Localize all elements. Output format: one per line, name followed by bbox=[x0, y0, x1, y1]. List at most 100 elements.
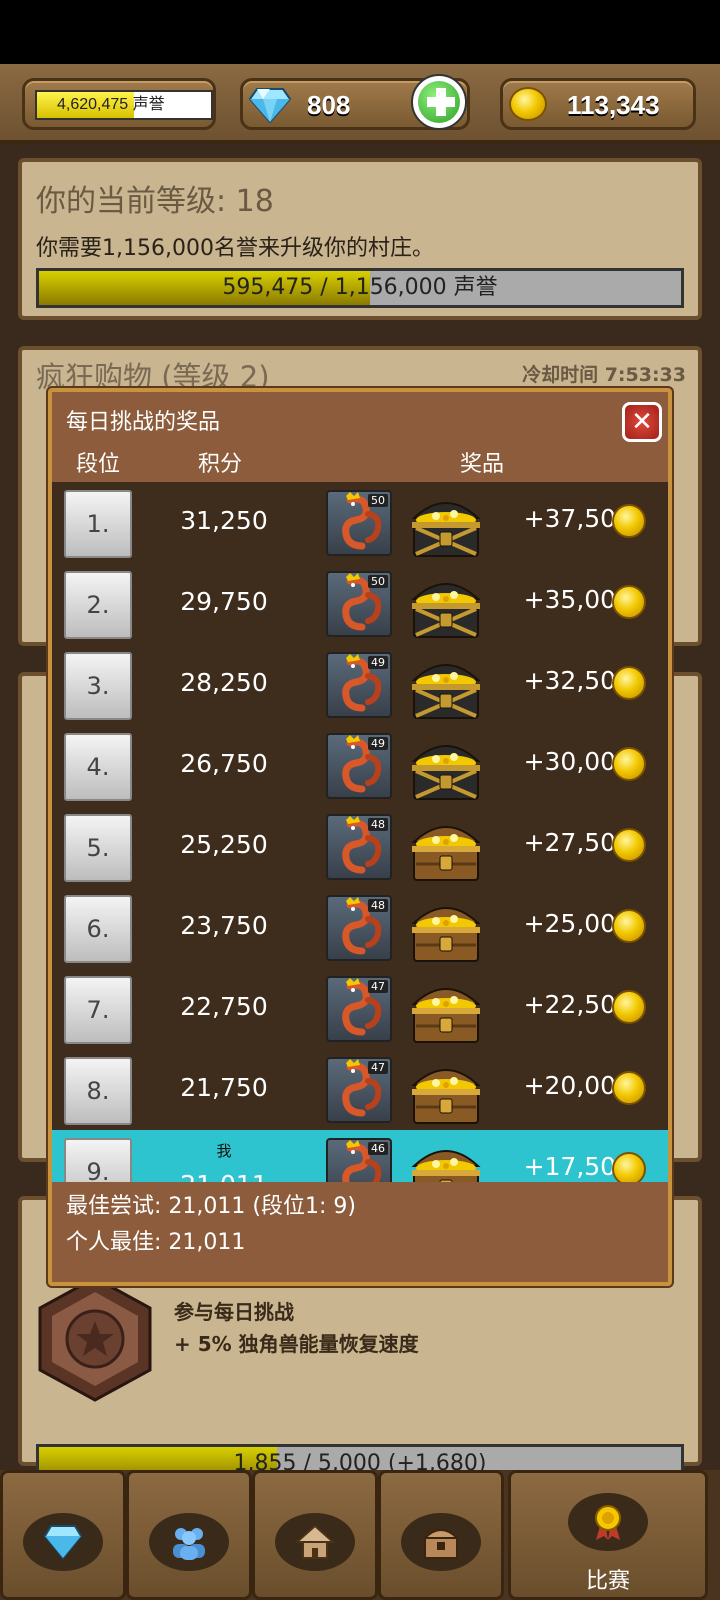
rank-badge: 1. bbox=[64, 490, 132, 558]
coin-icon bbox=[612, 909, 646, 943]
level-progress: 595,475 / 1,156,000 声誉 bbox=[36, 268, 684, 308]
modal-header: 每日挑战的奖品 ✕ 段位 积分 奖品 bbox=[52, 392, 668, 482]
rank-badge: 4. bbox=[64, 733, 132, 801]
bottom-line1: 参与每日挑战 bbox=[174, 1300, 294, 1324]
daily-challenge-prizes-modal: 每日挑战的奖品 ✕ 段位 积分 奖品 1. 31,250 50 +37,500 2. 29… bbox=[48, 388, 672, 1286]
me-label: 我 bbox=[216, 1142, 232, 1160]
prize-amount: +20,000 bbox=[523, 1071, 632, 1100]
nav-icon-bg bbox=[275, 1513, 355, 1571]
prize-amount: +30,000 bbox=[523, 747, 632, 776]
level-title: 你的当前等级: 18 bbox=[36, 184, 274, 219]
prize-row: 3. 28,250 49 +32,500 bbox=[52, 644, 668, 726]
nav-button-people[interactable] bbox=[126, 1470, 252, 1600]
score: 21,011 bbox=[164, 1170, 284, 1182]
coin-icon bbox=[612, 828, 646, 862]
level-panel: 你的当前等级: 18 你需要1,156,000名誉来升级你的村庄。 595,47… bbox=[18, 158, 702, 320]
score: 26,750 bbox=[180, 749, 268, 778]
close-button[interactable]: ✕ bbox=[622, 402, 662, 442]
rank-badge: 8. bbox=[64, 1057, 132, 1125]
prize-row: 4. 26,750 49 +30,000 bbox=[52, 725, 668, 807]
dragon-level: 47 bbox=[368, 1061, 388, 1074]
top-bar: 4,620,475 声誉 808 113,343 bbox=[0, 64, 720, 144]
gem-icon bbox=[249, 88, 291, 123]
level-progress-text: 595,475 / 1,156,000 声誉 bbox=[222, 275, 498, 300]
dragon-icon: 47 bbox=[326, 1057, 392, 1123]
dragon-level: 46 bbox=[368, 1142, 388, 1155]
close-icon: ✕ bbox=[631, 407, 653, 437]
prize-row: 7. 22,750 47 +22,500 bbox=[52, 968, 668, 1050]
nav-button-chest[interactable] bbox=[378, 1470, 504, 1600]
col-score: 积分 bbox=[198, 452, 243, 477]
rank-badge: 2. bbox=[64, 571, 132, 639]
coin-icon bbox=[612, 1152, 646, 1182]
best-attempt: 最佳尝试: 21,011 (段位1: 9) bbox=[66, 1194, 356, 1219]
rank-badge: 5. bbox=[64, 814, 132, 882]
prize-amount: +25,000 bbox=[523, 909, 632, 938]
fame-meter: 4,620,475 声誉 bbox=[35, 90, 213, 120]
prize-list[interactable]: 1. 31,250 50 +37,500 2. 29,750 50 +35,000 3. 28,2… bbox=[52, 482, 668, 1182]
treasure-chest-icon bbox=[406, 650, 486, 722]
dragon-icon: 47 bbox=[326, 976, 392, 1042]
coin-icon bbox=[612, 747, 646, 781]
prize-row: 1. 31,250 50 +37,500 bbox=[52, 482, 668, 564]
level-desc: 你需要1,156,000名誉来升级你的村庄。 bbox=[36, 236, 434, 261]
prize-row: 5. 25,250 48 +27,500 bbox=[52, 806, 668, 888]
bottom-line2: + 5% 独角兽能量恢复速度 bbox=[174, 1332, 419, 1356]
treasure-chest-icon bbox=[406, 812, 486, 884]
rank-badge: 7. bbox=[64, 976, 132, 1044]
score: 23,750 bbox=[180, 911, 268, 940]
dragon-level: 47 bbox=[368, 980, 388, 993]
coin-icon bbox=[612, 666, 646, 700]
col-prize: 奖品 bbox=[460, 452, 505, 477]
gems-count: 808 bbox=[307, 90, 351, 120]
score: 25,250 bbox=[180, 830, 268, 859]
dragon-level: 49 bbox=[368, 656, 388, 669]
plus-icon[interactable] bbox=[411, 74, 467, 130]
col-rank: 段位 bbox=[76, 452, 121, 477]
rank-badge: 6. bbox=[64, 895, 132, 963]
personal-best: 个人最佳: 21,011 bbox=[66, 1230, 246, 1255]
coin-icon bbox=[509, 87, 547, 121]
prize-amount: +22,500 bbox=[523, 990, 632, 1019]
fame-pill[interactable]: 4,620,475 声誉 bbox=[22, 78, 216, 130]
score: 31,250 bbox=[180, 506, 268, 535]
nav-button-house[interactable] bbox=[252, 1470, 378, 1600]
treasure-chest-icon bbox=[406, 731, 486, 803]
dragon-level: 48 bbox=[368, 899, 388, 912]
coins-pill[interactable]: 113,343 bbox=[500, 78, 696, 130]
coin-icon bbox=[612, 504, 646, 538]
prize-row: 9. 我 21,011 46 +17,500 bbox=[52, 1130, 668, 1182]
treasure-chest-icon bbox=[406, 1136, 486, 1182]
coin-icon bbox=[612, 585, 646, 619]
modal-footer: 最佳尝试: 21,011 (段位1: 9) 个人最佳: 21,011 bbox=[52, 1182, 668, 1282]
prize-amount: +27,500 bbox=[523, 828, 632, 857]
nav-button-gem[interactable] bbox=[0, 1470, 126, 1600]
dragon-level: 50 bbox=[368, 494, 388, 507]
nav-button-medal[interactable]: 比赛 bbox=[508, 1470, 708, 1600]
prize-row: 8. 21,750 47 +20,000 bbox=[52, 1049, 668, 1131]
modal-title: 每日挑战的奖品 bbox=[66, 410, 221, 435]
fame-text: 4,620,475 声誉 bbox=[57, 96, 165, 113]
treasure-chest-icon bbox=[406, 974, 486, 1046]
score: 28,250 bbox=[180, 668, 268, 697]
prize-amount: +17,500 bbox=[523, 1152, 632, 1181]
coin-icon bbox=[612, 1071, 646, 1105]
dragon-level: 49 bbox=[368, 737, 388, 750]
dragon-level: 48 bbox=[368, 818, 388, 831]
dragon-icon: 49 bbox=[326, 733, 392, 799]
prize-row: 6. 23,750 48 +25,000 bbox=[52, 887, 668, 969]
treasure-chest-icon bbox=[406, 1055, 486, 1127]
nav-icon-bg bbox=[401, 1513, 481, 1571]
treasure-chest-icon bbox=[406, 488, 486, 560]
dragon-icon: 49 bbox=[326, 652, 392, 718]
bronze-medal-icon bbox=[36, 1276, 154, 1402]
prize-amount: +35,000 bbox=[523, 585, 632, 614]
nav-icon-bg bbox=[568, 1493, 648, 1551]
dragon-icon: 48 bbox=[326, 895, 392, 961]
bottom-nav: 比赛 bbox=[0, 1470, 720, 1600]
coins-count: 113,343 bbox=[567, 90, 660, 120]
dragon-level: 50 bbox=[368, 575, 388, 588]
rank-badge: 3. bbox=[64, 652, 132, 720]
dragon-icon: 50 bbox=[326, 571, 392, 637]
gems-pill[interactable]: 808 bbox=[240, 74, 470, 130]
